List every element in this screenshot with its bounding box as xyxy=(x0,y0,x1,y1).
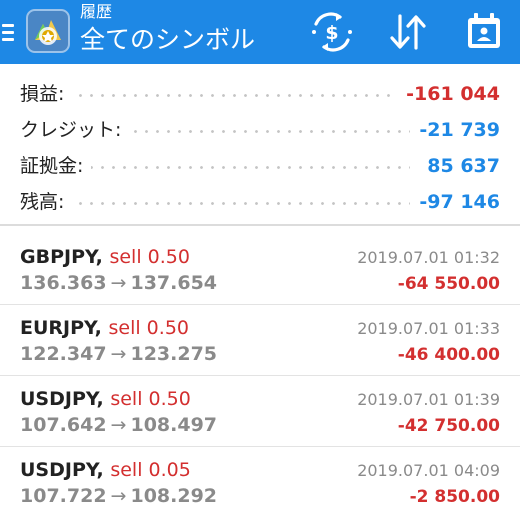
trade-time: 2019.07.01 01:39 xyxy=(357,390,500,409)
trade-type: sell 0.05 xyxy=(110,459,191,481)
trade-profit: -46 400.00 xyxy=(397,345,500,365)
summary-section: 損益: -161 044 クレジット: -21 739 証拠金: 85 637 … xyxy=(0,76,520,220)
dotted-leader xyxy=(20,202,410,205)
currency-exchange-icon[interactable]: $ xyxy=(310,10,354,54)
trade-prices: 122.347 → 123.275 xyxy=(20,341,217,367)
trade-symbol: GBPJPY xyxy=(20,246,96,268)
trade-prices: 107.642 → 108.497 xyxy=(20,412,217,438)
trade-symbol: EURJPY xyxy=(20,317,95,339)
summary-value: 85 637 xyxy=(419,151,500,181)
page-title[interactable]: 全てのシンボル xyxy=(80,24,255,56)
summary-label: クレジット: xyxy=(20,115,130,145)
summary-label: 残高: xyxy=(20,187,73,217)
trade-row[interactable]: USDJPY, sell 0.05 107.722 → 108.292 2019.0… xyxy=(0,447,520,511)
trade-profit: -64 550.00 xyxy=(397,274,500,294)
trade-profit: -42 750.00 xyxy=(397,416,500,436)
page-subtitle: 履歴 xyxy=(80,2,113,21)
open-price: 136.363 xyxy=(20,272,107,294)
summary-value: -161 044 xyxy=(398,79,500,109)
summary-row-margin: 証拠金: 85 637 xyxy=(0,148,520,184)
calendar-icon[interactable] xyxy=(462,10,506,54)
arrow-right-icon: → xyxy=(110,485,127,507)
dotted-leader xyxy=(20,94,410,97)
trade-header: USDJPY, sell 0.50 xyxy=(20,386,191,412)
arrow-right-icon: → xyxy=(110,272,127,294)
summary-value: -21 739 xyxy=(411,115,500,145)
trade-header: USDJPY, sell 0.05 xyxy=(20,457,191,483)
open-price: 107.642 xyxy=(20,414,107,436)
summary-row-profit: 損益: -161 044 xyxy=(0,76,520,112)
app-logo-icon xyxy=(26,9,70,53)
arrow-right-icon: → xyxy=(110,343,127,365)
trade-symbol: USDJPY xyxy=(20,388,97,410)
trade-time: 2019.07.01 04:09 xyxy=(357,461,500,480)
trade-type: sell 0.50 xyxy=(108,317,190,339)
svg-text:$: $ xyxy=(325,22,338,44)
trade-prices: 136.363 → 137.654 xyxy=(20,270,217,296)
summary-value: -97 146 xyxy=(411,187,500,217)
separator: , xyxy=(96,459,111,481)
trade-header: GBPJPY, sell 0.50 xyxy=(20,244,190,270)
separator: , xyxy=(95,246,110,268)
sort-icon[interactable] xyxy=(386,10,430,54)
separator: , xyxy=(94,317,109,339)
summary-row-balance: 残高: -97 146 xyxy=(0,184,520,220)
open-price: 122.347 xyxy=(20,343,107,365)
trade-type: sell 0.50 xyxy=(110,388,191,410)
close-price: 137.654 xyxy=(130,272,218,294)
trade-row[interactable]: USDJPY, sell 0.50 107.642 → 108.497 2019.0… xyxy=(0,376,520,447)
close-price: 108.292 xyxy=(130,485,218,507)
trade-symbol: USDJPY xyxy=(20,459,97,481)
open-price: 107.722 xyxy=(20,485,107,507)
title-block: 履歴 全てのシンボル xyxy=(80,2,255,56)
summary-label: 損益: xyxy=(20,79,73,109)
trade-type: sell 0.50 xyxy=(109,246,190,268)
section-divider xyxy=(0,224,520,226)
top-app-bar: 履歴 全てのシンボル $ xyxy=(0,0,520,64)
trade-time: 2019.07.01 01:32 xyxy=(357,248,500,267)
separator: , xyxy=(96,388,111,410)
trade-header: EURJPY, sell 0.50 xyxy=(20,315,189,341)
arrow-right-icon: → xyxy=(110,414,127,436)
history-screen: 履歴 全てのシンボル $ 損益: -161 044 クレジット: -21 739… xyxy=(0,0,520,511)
close-price: 108.497 xyxy=(130,414,218,436)
summary-label: 証拠金: xyxy=(20,151,92,181)
trade-time: 2019.07.01 01:33 xyxy=(357,319,500,338)
trade-history-list: GBPJPY, sell 0.50 136.363 → 137.654 2019.0… xyxy=(0,234,520,511)
trade-profit: -2 850.00 xyxy=(409,487,500,507)
trade-row[interactable]: EURJPY, sell 0.50 122.347 → 123.275 2019.0… xyxy=(0,305,520,376)
menu-icon[interactable] xyxy=(0,12,20,52)
summary-row-credit: クレジット: -21 739 xyxy=(0,112,520,148)
close-price: 123.275 xyxy=(130,343,218,365)
trade-row[interactable]: GBPJPY, sell 0.50 136.363 → 137.654 2019.0… xyxy=(0,234,520,305)
trade-prices: 107.722 → 108.292 xyxy=(20,483,217,509)
